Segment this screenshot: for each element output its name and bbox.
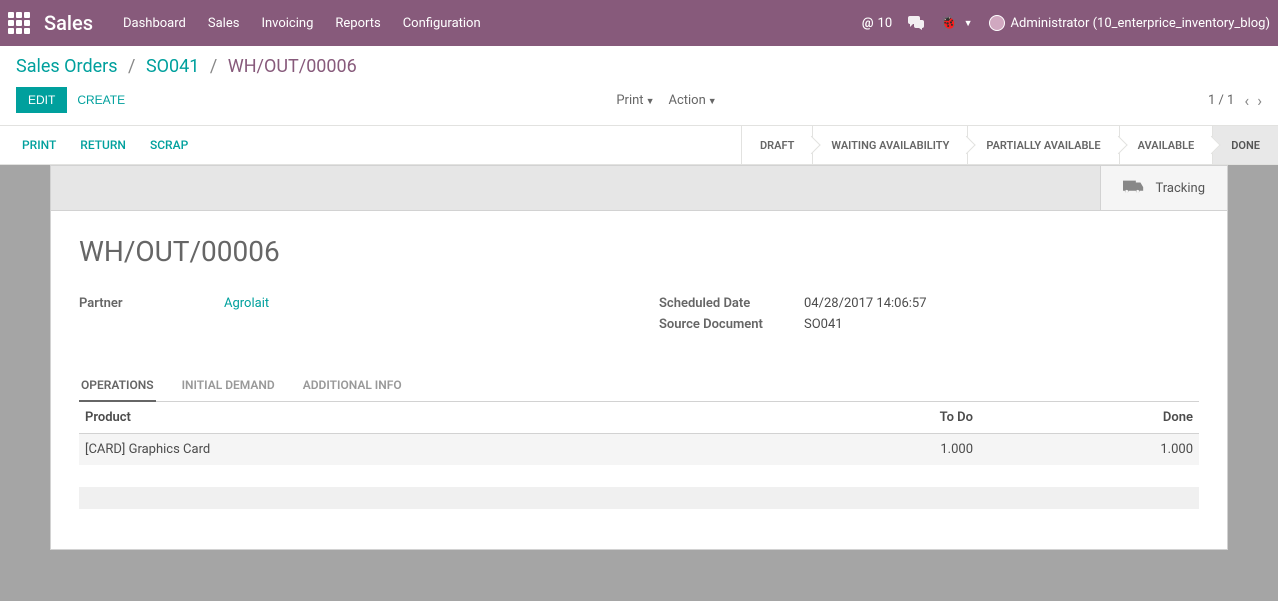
statusbar: DRAFT WAITING AVAILABILITY PARTIALLY AVA… xyxy=(741,126,1278,164)
nav-right: @10 🐞▼ Administrator (10_enterprice_inve… xyxy=(862,15,1270,31)
scheduled-label: Scheduled Date xyxy=(659,296,804,311)
source-value: SO041 xyxy=(804,317,1199,332)
tab-initial-demand[interactable]: INITIAL DEMAND xyxy=(180,370,277,402)
tabs: OPERATIONS INITIAL DEMAND ADDITIONAL INF… xyxy=(79,370,1199,402)
status-available[interactable]: AVAILABLE xyxy=(1119,126,1213,164)
status-done[interactable]: DONE xyxy=(1212,126,1278,164)
chat-icon[interactable] xyxy=(908,16,924,30)
scrap-action[interactable]: SCRAP xyxy=(150,138,188,152)
pager-text: 1 / 1 xyxy=(1208,93,1234,108)
source-label: Source Document xyxy=(659,317,804,332)
debug-icon[interactable]: 🐞▼ xyxy=(940,15,972,31)
messages-icon[interactable]: @10 xyxy=(862,16,892,31)
print-action[interactable]: PRINT xyxy=(22,138,56,152)
record-title: WH/OUT/00006 xyxy=(79,235,1199,268)
avatar xyxy=(989,15,1005,31)
tab-additional-info[interactable]: ADDITIONAL INFO xyxy=(301,370,404,402)
breadcrumb: Sales Orders / SO041 / WH/OUT/00006 xyxy=(16,56,357,77)
edit-button[interactable]: EDIT xyxy=(16,87,67,113)
nav-reports[interactable]: Reports xyxy=(335,16,380,31)
partner-label: Partner xyxy=(79,296,224,311)
partner-link[interactable]: Agrolait xyxy=(224,296,269,311)
nav-dashboard[interactable]: Dashboard xyxy=(123,16,186,31)
spacer-row xyxy=(79,465,1199,487)
nav-menu: Dashboard Sales Invoicing Reports Config… xyxy=(123,16,862,31)
cell-done: 1.000 xyxy=(979,434,1199,466)
tracking-label: Tracking xyxy=(1155,181,1205,196)
breadcrumb-parent[interactable]: SO041 xyxy=(146,56,199,77)
sheet-wrap: Tracking WH/OUT/00006 Partner Agrolait S… xyxy=(0,165,1278,600)
nav-configuration[interactable]: Configuration xyxy=(403,16,481,31)
print-dropdown[interactable]: Print▼ xyxy=(616,93,654,108)
messages-count: 10 xyxy=(878,16,893,31)
form-sheet: WH/OUT/00006 Partner Agrolait Scheduled … xyxy=(50,210,1228,550)
operations-table: Product To Do Done [CARD] Graphics Card … xyxy=(79,402,1199,509)
nav-sales[interactable]: Sales xyxy=(208,16,240,31)
cell-product: [CARD] Graphics Card xyxy=(79,434,759,466)
action-bar: PRINT RETURN SCRAP DRAFT WAITING AVAILAB… xyxy=(0,126,1278,165)
footer-row xyxy=(79,487,1199,509)
create-button[interactable]: CREATE xyxy=(77,93,125,107)
brand: Sales xyxy=(44,11,93,35)
return-action[interactable]: RETURN xyxy=(80,138,126,152)
apps-icon[interactable] xyxy=(8,12,30,34)
action-dropdown[interactable]: Action▼ xyxy=(668,93,716,108)
tab-operations[interactable]: OPERATIONS xyxy=(79,370,156,402)
cell-todo: 1.000 xyxy=(759,434,979,466)
status-waiting[interactable]: WAITING AVAILABILITY xyxy=(812,126,967,164)
pager-prev-icon[interactable]: ‹ xyxy=(1244,91,1249,110)
nav-invoicing[interactable]: Invoicing xyxy=(261,16,313,31)
user-name: Administrator (10_enterprice_inventory_b… xyxy=(1011,16,1270,31)
user-menu[interactable]: Administrator (10_enterprice_inventory_b… xyxy=(989,15,1270,31)
breadcrumb-root[interactable]: Sales Orders xyxy=(16,56,118,77)
th-done: Done xyxy=(979,402,1199,434)
scheduled-value: 04/28/2017 14:06:57 xyxy=(804,296,1199,311)
pager-next-icon[interactable]: › xyxy=(1257,91,1262,110)
top-nav: Sales Dashboard Sales Invoicing Reports … xyxy=(0,0,1278,46)
status-partial[interactable]: PARTIALLY AVAILABLE xyxy=(967,126,1118,164)
status-draft[interactable]: DRAFT xyxy=(741,126,812,164)
tracking-button[interactable]: Tracking xyxy=(1100,166,1227,210)
control-panel: Sales Orders / SO041 / WH/OUT/00006 EDIT… xyxy=(0,46,1278,126)
table-row[interactable]: [CARD] Graphics Card 1.000 1.000 xyxy=(79,434,1199,466)
breadcrumb-current: WH/OUT/00006 xyxy=(228,56,357,77)
th-todo: To Do xyxy=(759,402,979,434)
sheet-header: Tracking xyxy=(50,165,1228,210)
truck-icon xyxy=(1123,180,1145,196)
th-product: Product xyxy=(79,402,759,434)
